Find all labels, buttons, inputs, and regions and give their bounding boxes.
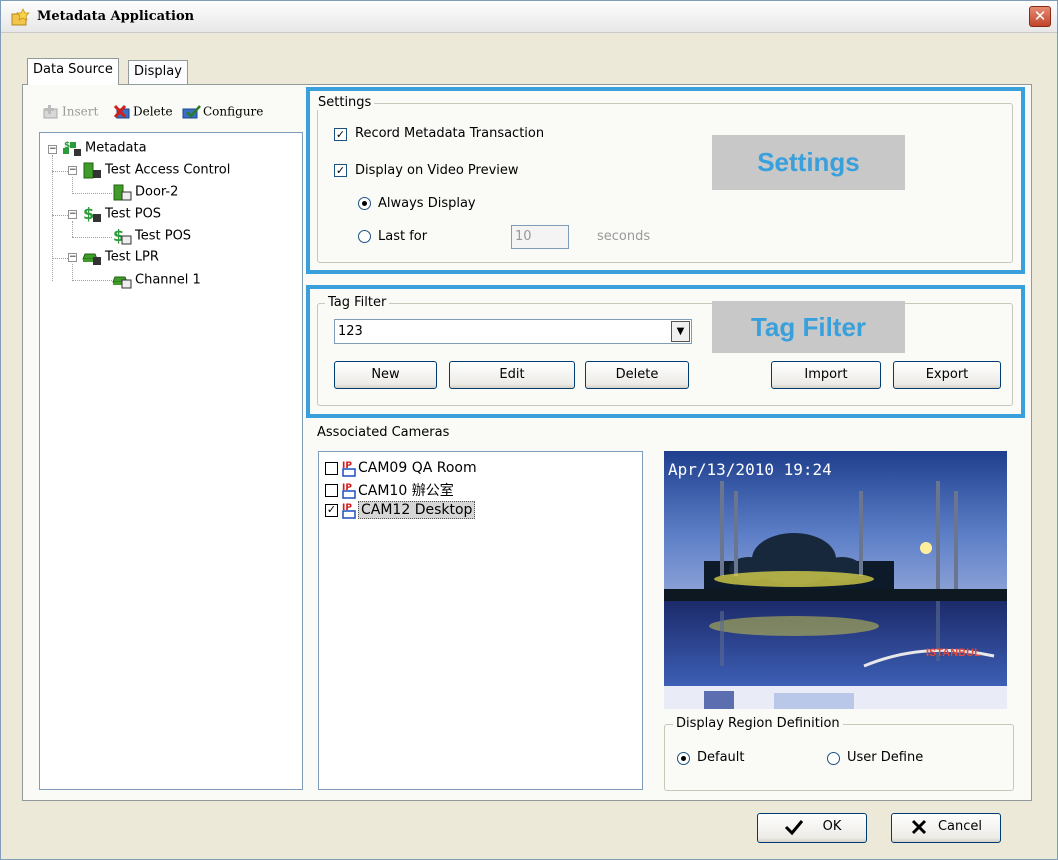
tree-expander-test-lpr[interactable]: − bbox=[68, 253, 77, 262]
lpr-channel-icon bbox=[112, 276, 132, 289]
tag-filter-watermark: Tag Filter bbox=[712, 301, 905, 353]
import-button[interactable]: Import bbox=[771, 361, 881, 389]
cancel-button[interactable]: Cancel bbox=[891, 813, 1001, 843]
tree-node-channel-1[interactable]: Channel 1 bbox=[112, 271, 201, 289]
record-transaction-checkbox[interactable]: ✓ bbox=[334, 128, 347, 141]
camera-name: CAM12 Desktop bbox=[358, 501, 476, 519]
seconds-label: seconds bbox=[597, 229, 651, 244]
preview-timestamp: Apr/13/2010 19:24 bbox=[668, 460, 832, 479]
door-icon bbox=[113, 184, 132, 201]
tree-node-metadata[interactable]: $ Metadata bbox=[62, 139, 147, 157]
tree-expander-metadata[interactable]: − bbox=[48, 145, 57, 154]
configure-label: Configure bbox=[203, 104, 264, 119]
last-for-radio[interactable] bbox=[358, 230, 371, 243]
last-for-seconds-input[interactable]: 10 bbox=[511, 225, 569, 249]
camera-name: CAM10 辦公室 bbox=[358, 483, 454, 499]
new-tag-button[interactable]: New bbox=[334, 361, 437, 389]
tree-label-door-2: Door-2 bbox=[135, 184, 179, 200]
title-bar: Metadata Application ✕ bbox=[1, 1, 1057, 33]
access-control-icon bbox=[83, 162, 101, 179]
camera-checkbox[interactable] bbox=[325, 461, 338, 475]
ip-camera-icon: IP bbox=[342, 503, 356, 519]
configure-button[interactable]: Configure bbox=[181, 104, 263, 120]
ok-button[interactable]: OK bbox=[757, 813, 867, 843]
tree-expander-test-pos[interactable]: − bbox=[68, 210, 77, 219]
display-region-group-label: Display Region Definition bbox=[673, 716, 843, 731]
chevron-down-icon[interactable]: ▼ bbox=[671, 321, 690, 342]
checkmark-icon bbox=[784, 819, 803, 835]
default-region-label: Default bbox=[697, 750, 745, 765]
tree-label-test-lpr: Test LPR bbox=[105, 249, 159, 265]
pos-device-icon: $ bbox=[113, 227, 132, 245]
camera-item-cam12[interactable]: ✓ IP CAM12 Desktop bbox=[325, 501, 476, 519]
tree-label-metadata: Metadata bbox=[85, 140, 147, 156]
tree-expander-access-control[interactable]: − bbox=[68, 166, 77, 175]
tree-node-test-pos-child[interactable]: $ Test POS bbox=[112, 227, 191, 245]
insert-icon bbox=[43, 105, 58, 119]
always-display-label: Always Display bbox=[378, 196, 476, 211]
record-transaction-label: Record Metadata Transaction bbox=[355, 126, 545, 141]
associated-cameras-label: Associated Cameras bbox=[317, 425, 450, 440]
tree-node-test-pos[interactable]: $ Test POS bbox=[82, 205, 161, 223]
svg-text:$: $ bbox=[83, 205, 94, 223]
edit-tag-button[interactable]: Edit bbox=[449, 361, 575, 389]
user-define-region-label: User Define bbox=[847, 750, 924, 765]
close-button[interactable]: ✕ bbox=[1029, 6, 1051, 27]
preview-overlay-text: ISTANBUL bbox=[926, 647, 981, 659]
svg-text:$: $ bbox=[64, 141, 70, 151]
settings-watermark: Settings bbox=[712, 135, 905, 190]
ip-camera-icon: IP bbox=[342, 483, 356, 499]
metadata-icon: $ bbox=[63, 141, 81, 156]
camera-preview-image: ISTANBUL Apr/13/2010 19:24 bbox=[664, 451, 1007, 709]
window-title: Metadata Application bbox=[37, 9, 195, 24]
lpr-car-icon bbox=[82, 253, 101, 265]
delete-label: Delete bbox=[133, 104, 173, 119]
delete-icon bbox=[113, 104, 130, 119]
tab-data-source[interactable]: Data Source bbox=[27, 58, 119, 85]
display-preview-label: Display on Video Preview bbox=[355, 163, 519, 178]
camera-checkbox[interactable] bbox=[325, 483, 338, 497]
camera-list[interactable]: IP CAM09 QA Room IP CAM10 辦公室 ✓ IP CAM12 Des… bbox=[318, 451, 643, 790]
last-for-label: Last for bbox=[378, 229, 428, 244]
tag-filter-selected-value: 123 bbox=[338, 324, 363, 339]
tree-node-test-lpr[interactable]: Test LPR bbox=[82, 248, 159, 266]
settings-highlight-frame bbox=[306, 87, 1025, 274]
export-button[interactable]: Export bbox=[893, 361, 1001, 389]
camera-checkbox[interactable]: ✓ bbox=[325, 503, 338, 517]
display-preview-checkbox[interactable]: ✓ bbox=[334, 164, 347, 177]
tab-display[interactable]: Display bbox=[128, 60, 188, 84]
x-icon bbox=[911, 819, 927, 834]
tree-node-test-access-control[interactable]: Test Access Control bbox=[82, 161, 230, 179]
camera-name: CAM09 QA Room bbox=[358, 460, 477, 476]
tree-label-channel-1: Channel 1 bbox=[135, 272, 201, 288]
user-define-region-radio[interactable] bbox=[827, 752, 840, 765]
default-region-radio[interactable] bbox=[677, 752, 690, 765]
camera-item-cam10[interactable]: IP CAM10 辦公室 bbox=[325, 480, 454, 500]
tree-label-test-pos-child: Test POS bbox=[135, 228, 192, 244]
always-display-radio[interactable] bbox=[358, 197, 371, 210]
tree-label-test-access-control: Test Access Control bbox=[105, 162, 231, 178]
tag-filter-select[interactable]: 123 ▼ bbox=[334, 319, 692, 344]
insert-button[interactable]: Insert bbox=[42, 104, 98, 120]
ip-camera-icon: IP bbox=[342, 461, 356, 477]
delete-toolbar-button[interactable]: Delete bbox=[113, 104, 173, 120]
configure-icon bbox=[182, 105, 201, 119]
tag-filter-highlight-frame bbox=[306, 285, 1025, 418]
ok-label: OK bbox=[822, 819, 842, 834]
app-icon bbox=[11, 8, 31, 26]
tree-label-test-pos: Test POS bbox=[105, 206, 162, 222]
cancel-label: Cancel bbox=[937, 819, 983, 834]
pos-icon: $ bbox=[83, 205, 101, 223]
tree-node-door-2[interactable]: Door-2 bbox=[112, 183, 178, 201]
metadata-application-window: Metadata Application ✕ Data Source Displ… bbox=[0, 0, 1058, 860]
metadata-tree[interactable]: − $ Metadata − Test Access Control Door-… bbox=[39, 132, 303, 790]
delete-tag-button[interactable]: Delete bbox=[585, 361, 689, 389]
camera-item-cam09[interactable]: IP CAM09 QA Room bbox=[325, 459, 477, 477]
insert-label: Insert bbox=[62, 104, 99, 119]
